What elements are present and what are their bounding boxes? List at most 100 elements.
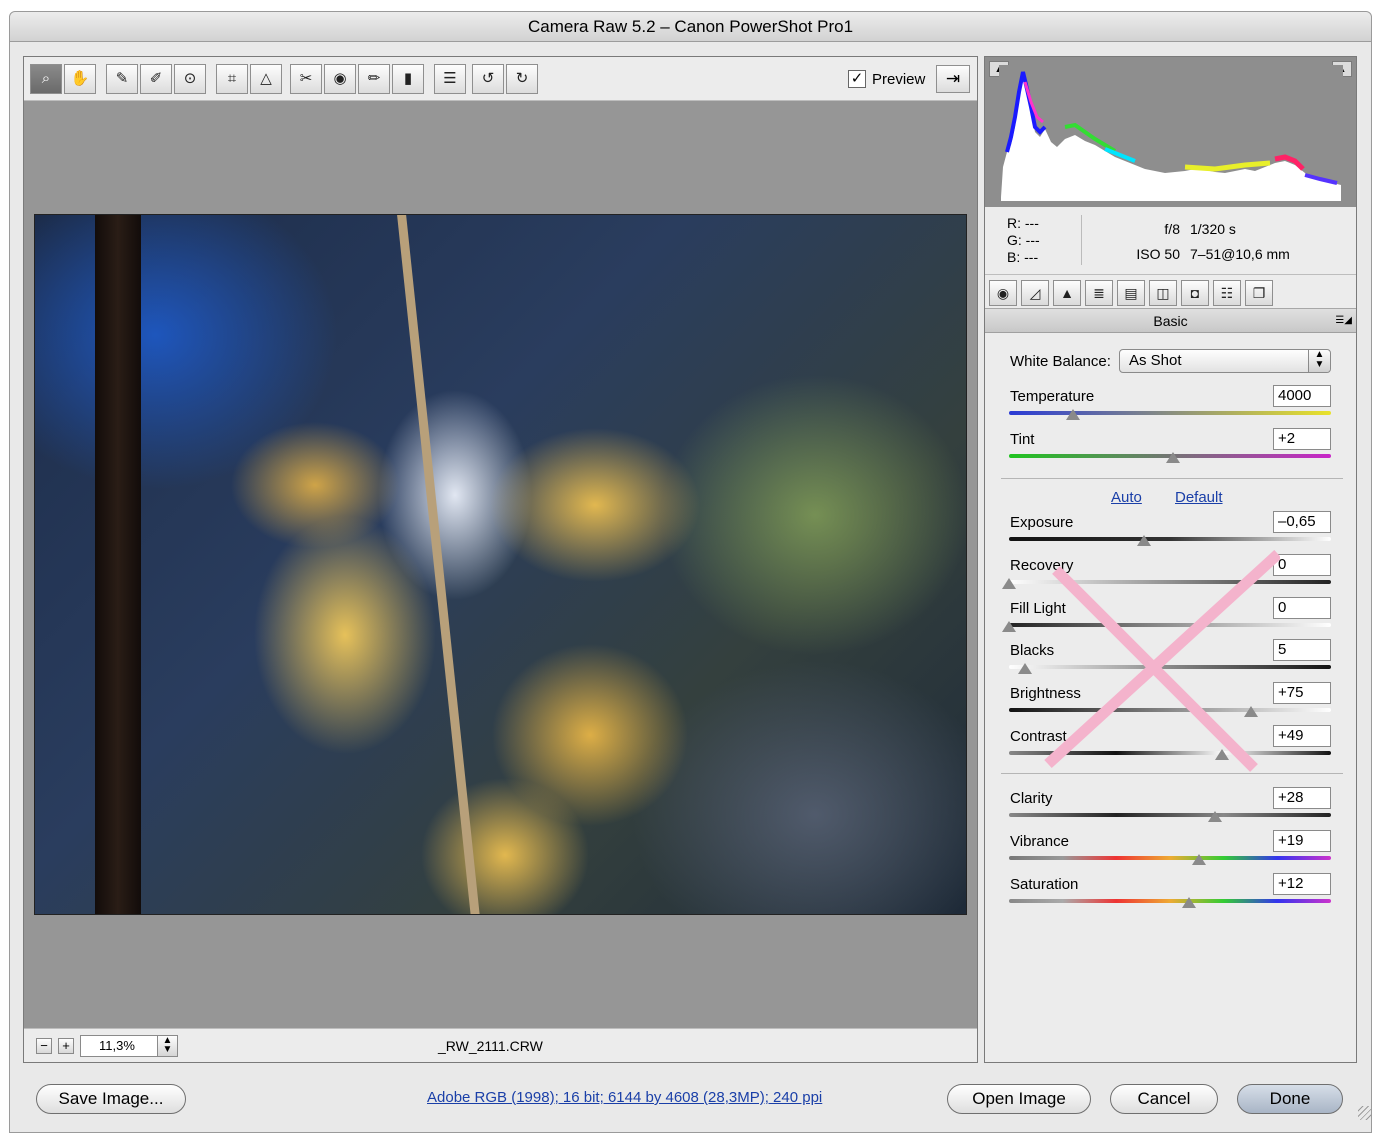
exposure-value[interactable]: –0,65 <box>1273 511 1331 533</box>
image-canvas-area: ⌕ ✋ ✎ ✐ ⊙ ⌗ △ ✂ ◉ ✏ ▮ ☰ ↺ ↻ ✓ Preview ⇥ … <box>23 56 978 1063</box>
preview-checkbox[interactable]: ✓ <box>848 70 866 88</box>
crop-tool-icon[interactable]: ⌗ <box>216 64 248 94</box>
section-title: Basic <box>1153 313 1188 329</box>
straighten-tool-icon[interactable]: △ <box>250 64 282 94</box>
exif-info: f/8 1/320 s ISO 50 7–51@10,6 mm <box>1125 217 1289 267</box>
zoom-stepper-icon[interactable]: ▲ ▼ <box>157 1036 177 1056</box>
window-title: Camera Raw 5.2 – Canon PowerShot Pro1 <box>10 12 1371 42</box>
blacks-value[interactable]: 5 <box>1273 639 1331 661</box>
red-eye-removal-tool-icon[interactable]: ◉ <box>324 64 356 94</box>
raw-image-preview[interactable] <box>34 214 967 915</box>
zoom-tool-icon[interactable]: ⌕ <box>30 64 62 94</box>
clarity-slider-thumb[interactable] <box>1208 811 1223 822</box>
contrast-slider-thumb[interactable] <box>1214 749 1229 760</box>
default-link[interactable]: Default <box>1175 489 1223 506</box>
tab-snapshots[interactable]: ❐ <box>1245 280 1273 306</box>
workflow-options-link[interactable]: Adobe RGB (1998); 16 bit; 6144 by 4608 (… <box>427 1089 822 1106</box>
hand-tool-icon[interactable]: ✋ <box>64 64 96 94</box>
fill-light-slider-thumb[interactable] <box>1002 621 1016 632</box>
zoom-in-button[interactable]: + <box>58 1038 74 1054</box>
panel-menu-icon[interactable]: ☰◢ <box>1335 309 1352 333</box>
white-balance-tool-icon[interactable]: ✎ <box>106 64 138 94</box>
saturation-value[interactable]: +12 <box>1273 873 1331 895</box>
rotate-left-icon[interactable]: ↺ <box>472 64 504 94</box>
canvas-footer: − + 11,3% ▲ ▼ _RW_2111.CRW <box>24 1028 977 1062</box>
iso: ISO 50 <box>1136 246 1180 262</box>
auto-link[interactable]: Auto <box>1111 489 1142 506</box>
fill-light-value[interactable]: 0 <box>1273 597 1331 619</box>
fill-light-track[interactable] <box>1009 623 1331 627</box>
tab-lens-corrections[interactable]: ◫ <box>1149 280 1177 306</box>
temperature-value[interactable]: 4000 <box>1273 385 1331 407</box>
vibrance-label: Vibrance <box>1010 833 1069 850</box>
temperature-track[interactable] <box>1009 411 1331 415</box>
resize-grip-icon[interactable] <box>1358 1106 1372 1120</box>
adjustment-brush-icon[interactable]: ✏ <box>358 64 390 94</box>
tab-basic[interactable]: ◉ <box>989 280 1017 306</box>
spot-removal-tool-icon[interactable]: ✂ <box>290 64 322 94</box>
zoom-level-select[interactable]: 11,3% ▲ ▼ <box>80 1035 178 1057</box>
temperature-slider-thumb[interactable] <box>1066 409 1081 420</box>
blacks-slider-thumb[interactable] <box>1018 663 1033 674</box>
g-label: G: <box>1007 232 1022 248</box>
color-sampler-tool-icon[interactable]: ✐ <box>140 64 172 94</box>
tab-split-toning[interactable]: ▤ <box>1117 280 1145 306</box>
brightness-label: Brightness <box>1010 685 1081 702</box>
recovery-slider-thumb[interactable] <box>1002 578 1016 589</box>
dialog-footer: Save Image... Adobe RGB (1998); 16 bit; … <box>0 1072 1374 1122</box>
done-button[interactable]: Done <box>1237 1084 1343 1114</box>
vibrance-value[interactable]: +19 <box>1273 830 1331 852</box>
saturation-slider-thumb[interactable] <box>1182 897 1197 908</box>
clarity-value[interactable]: +28 <box>1273 787 1331 809</box>
exposure-track[interactable] <box>1009 537 1331 541</box>
r-value: --- <box>1024 215 1039 231</box>
zoom-out-button[interactable]: − <box>36 1038 52 1054</box>
cancel-button[interactable]: Cancel <box>1110 1084 1218 1114</box>
graduated-filter-icon[interactable]: ▮ <box>392 64 424 94</box>
vibrance-track[interactable] <box>1009 856 1331 860</box>
adjustments-panel: ▲ ▲ R: --- G: --- B: --- f/8 1/320 s ISO … <box>984 56 1357 1063</box>
white-balance-label: White Balance: <box>1010 353 1111 370</box>
preview-label: Preview <box>872 70 926 88</box>
rotate-right-icon[interactable]: ↻ <box>506 64 538 94</box>
brightness-value[interactable]: +75 <box>1273 682 1331 704</box>
white-balance-value: As Shot <box>1129 352 1182 369</box>
section-header: Basic ☰◢ <box>985 309 1356 333</box>
saturation-track[interactable] <box>1009 899 1331 903</box>
tint-label: Tint <box>1010 431 1035 448</box>
tint-value[interactable]: +2 <box>1273 428 1331 450</box>
tab-camera-calibration[interactable]: ◘ <box>1181 280 1209 306</box>
open-image-button[interactable]: Open Image <box>947 1084 1091 1114</box>
preferences-icon[interactable]: ☰ <box>434 64 466 94</box>
recovery-label: Recovery <box>1010 557 1074 574</box>
vibrance-slider-thumb[interactable] <box>1191 854 1206 865</box>
save-image-button[interactable]: Save Image... <box>36 1084 186 1114</box>
histogram: ▲ ▲ <box>985 57 1356 207</box>
r-label: R: <box>1007 215 1021 231</box>
brightness-track[interactable] <box>1009 708 1331 712</box>
preview-toggle[interactable]: ✓ Preview <box>848 67 925 91</box>
blacks-track[interactable] <box>1009 665 1331 669</box>
contrast-label: Contrast <box>1010 728 1067 745</box>
shutter-speed: 1/320 s <box>1190 221 1236 237</box>
brightness-slider-thumb[interactable] <box>1243 706 1258 717</box>
contrast-value[interactable]: +49 <box>1273 725 1331 747</box>
targeted-adjustment-tool-icon[interactable]: ⊙ <box>174 64 206 94</box>
recovery-track[interactable] <box>1009 580 1331 584</box>
tool-bar: ⌕ ✋ ✎ ✐ ⊙ ⌗ △ ✂ ◉ ✏ ▮ ☰ ↺ ↻ ✓ Preview ⇥ <box>24 57 977 101</box>
saturation-label: Saturation <box>1010 876 1079 893</box>
exposure-slider-thumb[interactable] <box>1137 535 1152 546</box>
file-name: _RW_2111.CRW <box>438 1038 543 1054</box>
tint-slider-thumb[interactable] <box>1166 452 1181 463</box>
tab-detail[interactable]: ▲ <box>1053 280 1081 306</box>
white-balance-select[interactable]: As Shot ▲ ▼ <box>1119 349 1331 373</box>
b-value: --- <box>1024 249 1039 265</box>
fullscreen-toggle-icon[interactable]: ⇥ <box>936 65 970 93</box>
tab-presets[interactable]: ☷ <box>1213 280 1241 306</box>
tab-hsl[interactable]: ≣ <box>1085 280 1113 306</box>
tab-tone-curve[interactable]: ◿ <box>1021 280 1049 306</box>
contrast-track[interactable] <box>1009 751 1331 755</box>
info-separator <box>1081 215 1082 265</box>
clarity-track[interactable] <box>1009 813 1331 817</box>
recovery-value[interactable]: 0 <box>1273 554 1331 576</box>
